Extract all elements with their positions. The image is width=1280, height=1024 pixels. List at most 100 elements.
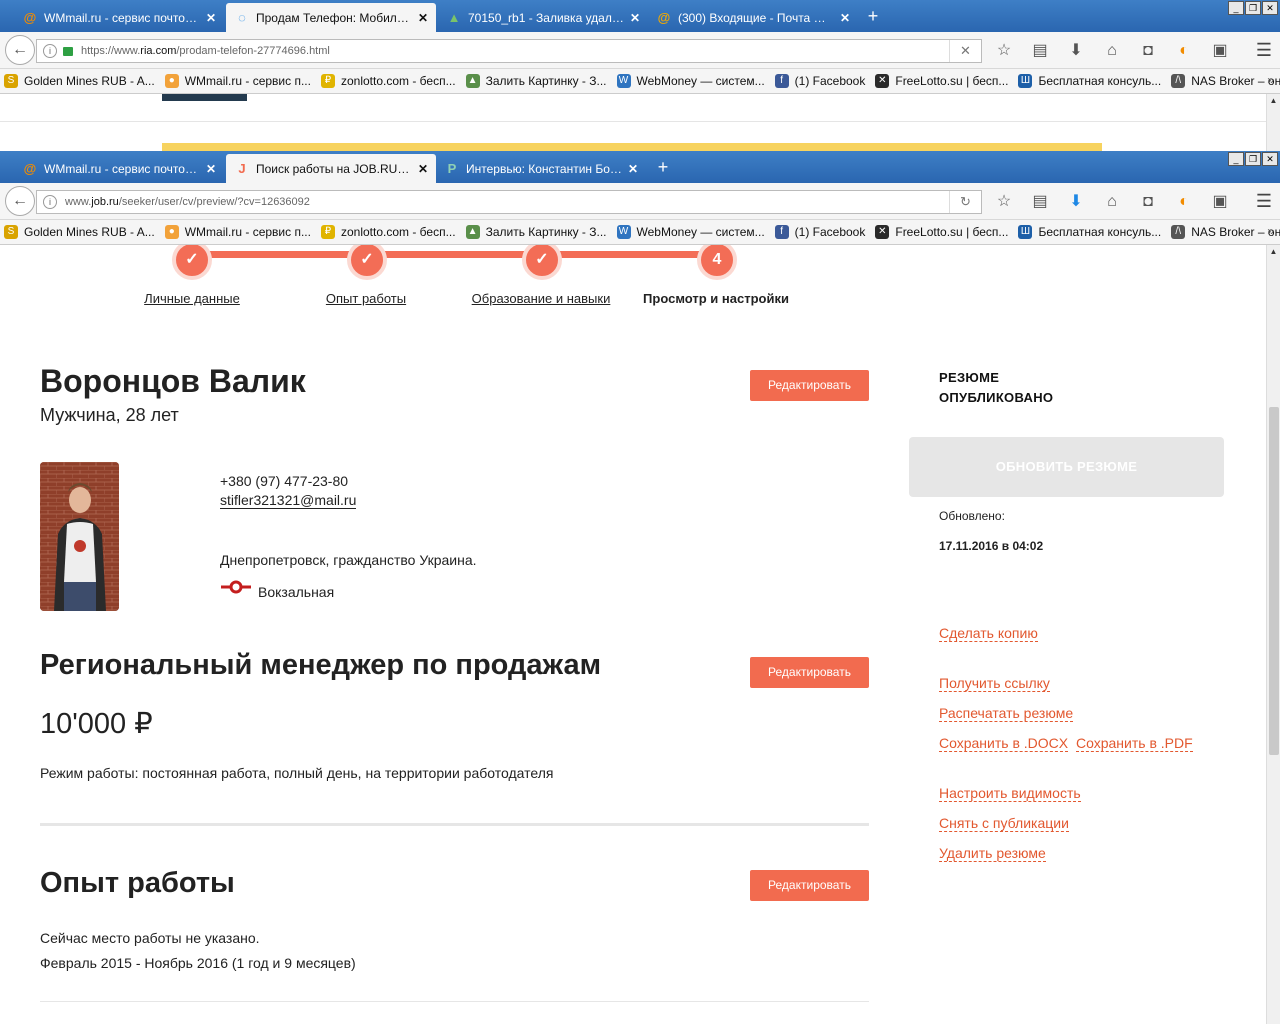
tab-interview[interactable]: P Интервью: Константин Бог... ✕ — [436, 154, 646, 183]
zonlotto-icon: ₽ — [320, 225, 335, 239]
hamburger-menu-icon[interactable]: ☰ — [1256, 191, 1272, 212]
bookmark-nas-broker[interactable]: /\NAS Broker – онлайн ... — [1171, 225, 1280, 239]
work-mode: Режим работы: постоянная работа, полный … — [40, 765, 554, 781]
step-2-check-icon[interactable]: ✓ — [347, 245, 387, 280]
visibility-settings-link[interactable]: Настроить видимость — [939, 785, 1081, 802]
close-icon[interactable]: ✕ — [206, 162, 216, 176]
bookmark-golden-mines[interactable]: S Golden Mines RUB - A... — [4, 74, 155, 88]
tab-wmmail[interactable]: @ WMmail.ru - сервис почтовы... ✕ — [14, 154, 224, 183]
get-link-link[interactable]: Получить ссылку — [939, 675, 1050, 692]
back-button[interactable]: ← — [5, 35, 35, 65]
golden-mines-icon: S — [4, 74, 18, 88]
bookmark-image-upload[interactable]: ▲ Залить Картинку - З... — [465, 74, 607, 88]
edit-personal-button[interactable]: Редактировать — [750, 370, 869, 401]
step-link-personal[interactable]: Личные данные — [144, 291, 240, 306]
new-tab-button[interactable]: + — [861, 5, 885, 27]
close-icon[interactable]: ✕ — [418, 162, 428, 176]
refresh-resume-button[interactable]: ОБНОВИТЬ РЕЗЮМЕ — [909, 437, 1224, 497]
copy-resume-link[interactable]: Сделать копию — [939, 625, 1038, 642]
metro-station: Вокзальная — [258, 584, 335, 600]
addon-icon[interactable]: ◐ — [1172, 191, 1196, 213]
reading-list-icon[interactable]: ▤ — [1028, 40, 1052, 62]
unpublish-link[interactable]: Снять с публикации — [939, 815, 1069, 832]
stop-icon[interactable]: ✕ — [949, 40, 981, 62]
bookmark-facebook[interactable]: f (1) Facebook — [774, 225, 865, 239]
close-icon[interactable]: ✕ — [630, 11, 640, 25]
reload-icon[interactable]: ↻ — [949, 191, 981, 213]
url-bar[interactable]: i www.job.ru/seeker/user/cv/preview/?cv=… — [36, 190, 982, 214]
facebook-icon: f — [774, 225, 789, 239]
scroll-up-icon[interactable]: ▲ — [1267, 94, 1280, 107]
reading-list-icon[interactable]: ▤ — [1028, 191, 1052, 213]
print-resume-link[interactable]: Распечатать резюме — [939, 705, 1074, 722]
save-pdf-link[interactable]: Сохранить в .PDF — [1076, 735, 1193, 752]
home-icon[interactable]: ⌂ — [1100, 40, 1124, 62]
step-label-preview: Просмотр и настройки — [643, 291, 789, 306]
avatar — [40, 462, 119, 611]
delete-resume-link[interactable]: Удалить резюме — [939, 845, 1046, 862]
tab-jobru[interactable]: J Поиск работы на JOB.RU. Б... ✕ — [226, 154, 436, 183]
scrollbar[interactable]: ▲ — [1266, 94, 1280, 151]
hamburger-menu-icon[interactable]: ☰ — [1256, 40, 1272, 61]
close-window-button[interactable]: ✕ — [1262, 152, 1278, 166]
close-icon[interactable]: ✕ — [206, 11, 216, 25]
url-bar[interactable]: i https://www.ria.com/prodam-telefon-277… — [36, 39, 982, 63]
step-1-check-icon[interactable]: ✓ — [172, 245, 212, 280]
close-icon[interactable]: ✕ — [418, 11, 428, 25]
back-button[interactable]: ← — [5, 186, 35, 216]
bookmark-star-icon[interactable]: ☆ — [992, 40, 1016, 62]
bookmark-golden-mines[interactable]: S Golden Mines RUB - A... — [4, 225, 155, 239]
info-icon[interactable]: i — [43, 195, 57, 209]
scrollbar[interactable]: ▲ — [1266, 245, 1280, 1024]
bookmark-freelotto[interactable]: ✕ FreeLotto.su | бесп... — [875, 225, 1008, 239]
sync-icon[interactable]: ▣ — [1208, 191, 1232, 213]
tab-label: WMmail.ru - сервис почтовы... — [44, 161, 200, 176]
addon-icon[interactable]: ◐ — [1172, 40, 1196, 62]
background-page-content: ▲ — [0, 94, 1280, 151]
bookmark-zonlotto[interactable]: ₽ zonlotto.com - бесп... — [320, 225, 456, 239]
tab-image-upload[interactable]: ▲ 70150_rb1 - Заливка удалас... ✕ — [438, 3, 648, 32]
close-icon[interactable]: ✕ — [840, 11, 850, 25]
bookmark-image-upload[interactable]: ▲ Залить Картинку - З... — [465, 225, 607, 239]
bookmark-consult[interactable]: Ш Бесплатная консуль... — [1018, 74, 1161, 88]
tab-mail[interactable]: @ (300) Входящие - Почта Mail... ✕ — [648, 3, 858, 32]
candidate-email-link[interactable]: stifler321321@mail.ru — [220, 492, 357, 509]
bookmark-webmoney[interactable]: W WebMoney — систем... — [616, 74, 765, 88]
home-icon[interactable]: ⌂ — [1100, 191, 1124, 213]
minimize-button[interactable]: _ — [1228, 1, 1244, 15]
info-icon[interactable]: i — [43, 44, 57, 58]
pocket-icon[interactable]: ◘ — [1136, 40, 1160, 62]
download-icon[interactable]: ⬇ — [1064, 40, 1088, 62]
bookmark-zonlotto[interactable]: ₽ zonlotto.com - бесп... — [320, 74, 456, 88]
tab-ria[interactable]: ◌ Продам Телефон: Мобильн... ✕ — [226, 3, 436, 32]
restore-button[interactable]: ❐ — [1245, 1, 1261, 15]
restore-button[interactable]: ❐ — [1245, 152, 1261, 166]
edit-experience-button[interactable]: Редактировать — [750, 870, 869, 901]
sync-icon[interactable]: ▣ — [1208, 40, 1232, 62]
step-link-experience[interactable]: Опыт работы — [326, 291, 406, 306]
download-icon[interactable]: ⬇ — [1064, 191, 1088, 213]
step-link-education[interactable]: Образование и навыки — [472, 291, 611, 306]
desired-position: Региональный менеджер по продажам — [40, 649, 602, 681]
edit-position-button[interactable]: Редактировать — [750, 657, 869, 688]
bookmark-consult[interactable]: Ш Бесплатная консуль... — [1018, 225, 1161, 239]
chevron-right-icon[interactable]: » — [1267, 224, 1274, 238]
chevron-right-icon[interactable]: » — [1267, 73, 1274, 87]
close-window-button[interactable]: ✕ — [1262, 1, 1278, 15]
step-3-check-icon[interactable]: ✓ — [522, 245, 562, 280]
bookmark-wmmail[interactable]: ● WMmail.ru - сервис п... — [164, 74, 311, 88]
bookmark-webmoney[interactable]: W WebMoney — систем... — [616, 225, 765, 239]
new-tab-button[interactable]: + — [651, 156, 675, 178]
scroll-thumb[interactable] — [1269, 407, 1279, 755]
scroll-up-icon[interactable]: ▲ — [1267, 245, 1280, 258]
tab-wmmail[interactable]: @ WMmail.ru - сервис почтовы... ✕ — [14, 3, 224, 32]
bookmark-facebook[interactable]: f (1) Facebook — [774, 74, 865, 88]
bookmark-star-icon[interactable]: ☆ — [992, 191, 1016, 213]
bookmark-freelotto[interactable]: ✕ FreeLotto.su | бесп... — [875, 74, 1008, 88]
minimize-button[interactable]: _ — [1228, 152, 1244, 166]
save-docx-link[interactable]: Сохранить в .DOCX — [939, 735, 1069, 752]
bookmark-nas-broker[interactable]: /\NAS Broker – онлайн ... — [1171, 74, 1280, 88]
pocket-icon[interactable]: ◘ — [1136, 191, 1160, 213]
close-icon[interactable]: ✕ — [628, 162, 638, 176]
bookmark-wmmail[interactable]: ● WMmail.ru - сервис п... — [164, 225, 311, 239]
